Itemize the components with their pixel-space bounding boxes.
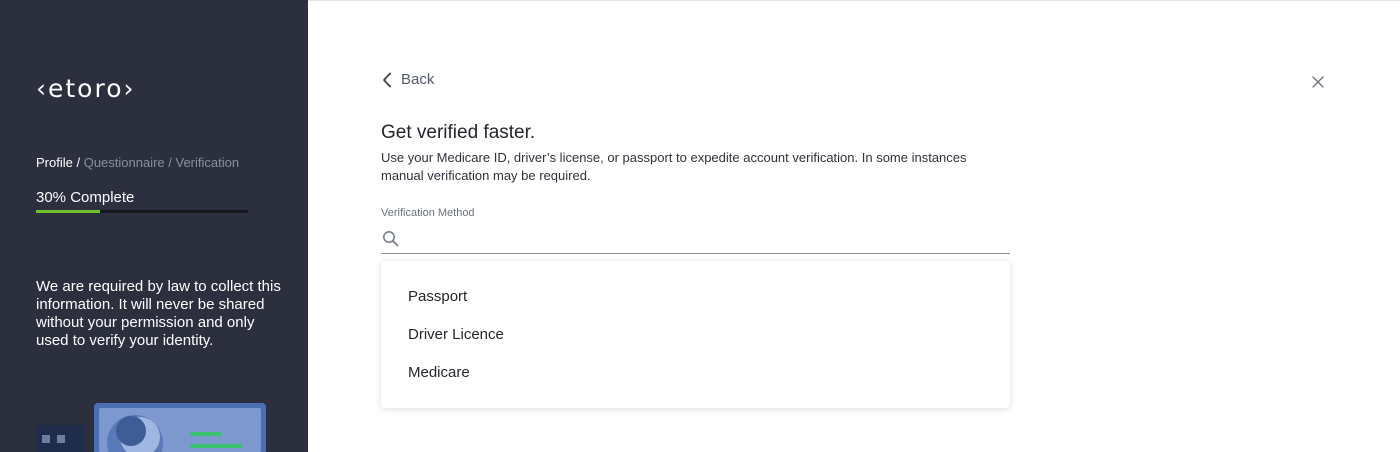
breadcrumb: Profile / Questionnaire / Verification (36, 155, 239, 170)
back-button[interactable]: Back (382, 71, 434, 88)
close-icon[interactable] (1311, 75, 1325, 89)
etoro-logo: ‹etoro› (36, 74, 136, 103)
progress-bar-fill (36, 210, 100, 213)
breadcrumb-questionnaire: Questionnaire (83, 155, 165, 170)
option-driver-licence[interactable]: Driver Licence (381, 316, 1010, 354)
option-passport[interactable]: Passport (381, 278, 1010, 316)
verification-method-field[interactable] (381, 223, 1010, 254)
sidebar: ‹etoro› Profile / Questionnaire / Verifi… (0, 0, 308, 452)
breadcrumb-separator: / (72, 155, 84, 170)
verification-illustration (36, 403, 266, 452)
search-icon (383, 230, 399, 246)
verification-method-input[interactable] (407, 224, 1010, 252)
page-description: Use your Medicare ID, driver’s license, … (381, 150, 967, 183)
breadcrumb-profile: Profile (36, 155, 73, 170)
legal-notice: We are required by law to collect this i… (36, 278, 281, 349)
verification-method-dropdown: Passport Driver Licence Medicare (381, 261, 1010, 408)
progress-label: 30% Complete (36, 189, 135, 206)
back-label: Back (401, 71, 435, 88)
option-medicare[interactable]: Medicare (381, 354, 1010, 392)
breadcrumb-verification: Verification (175, 155, 240, 170)
chevron-left-icon (383, 72, 391, 87)
progress-bar (36, 210, 248, 213)
breadcrumb-separator: / (164, 155, 176, 170)
main-panel: Back Get verified faster. Use your Medic… (308, 0, 1400, 452)
verification-method-label: Verification Method (381, 207, 475, 219)
page-title: Get verified faster. (381, 122, 536, 143)
